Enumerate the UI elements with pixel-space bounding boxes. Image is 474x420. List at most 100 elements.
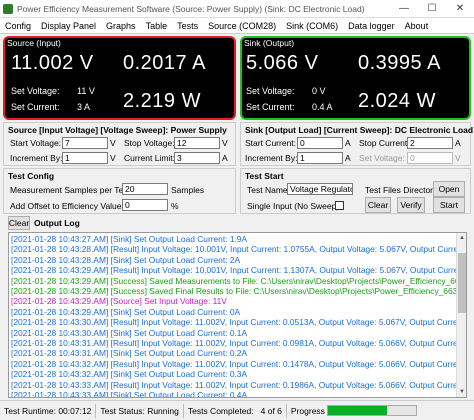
stop-current-unit: A — [455, 138, 461, 148]
stop-voltage-label: Stop Voltage: — [124, 138, 175, 148]
source-display-panel: Source (Input) 11.002 V 0.2017 A Set Vol… — [3, 36, 236, 120]
tests-completed-label: Tests Completed: — [187, 405, 254, 416]
source-increment-input[interactable]: 1 — [62, 152, 108, 164]
test-start-group: Test Start Test Name: Voltage Regulator … — [240, 168, 471, 214]
sink-increment-label: Increment By: — [245, 153, 298, 163]
log-line: [2021-01-28 10:43:31.AM] [Sink] Set Outp… — [11, 348, 248, 359]
tests-completed-value: 4 of 6 — [260, 405, 282, 416]
log-line: [2021-01-28 10:43:27.AM] [Sink] Set Outp… — [11, 234, 248, 244]
menu-source[interactable]: Source (COM28) — [203, 21, 281, 31]
sink-display-panel: Sink (Output) 5.066 V 0.3995 A Set Volta… — [240, 36, 471, 120]
source-current-reading: 0.2017 A — [123, 52, 206, 74]
log-line: [2021-01-28 10:43:31.AM] [Result] Input … — [11, 338, 464, 349]
sink-set-current-value: 0.4 A — [312, 102, 333, 112]
sink-increment-unit: A — [345, 153, 351, 163]
stop-current-label: Stop Current: — [359, 138, 410, 148]
offset-input[interactable]: 0 — [122, 199, 168, 211]
menu-about[interactable]: About — [400, 21, 434, 31]
source-set-current-value: 3 A — [77, 102, 91, 112]
log-line: [2021-01-28 10:43:29.AM] [Success] Saved… — [11, 286, 464, 297]
menu-graphs[interactable]: Graphs — [101, 21, 141, 31]
log-scrollbar[interactable]: ▲ ▼ — [456, 233, 466, 397]
test-runtime: Test Runtime: 00:07:12 — [0, 403, 97, 418]
menu-tests[interactable]: Tests — [172, 21, 203, 31]
test-start-title: Test Start — [245, 171, 284, 181]
start-button[interactable]: Start — [433, 197, 465, 213]
start-current-input[interactable]: 0 — [297, 137, 343, 149]
start-current-unit: A — [345, 138, 351, 148]
app-icon — [3, 3, 13, 14]
status-bar: Test Runtime: 00:07:12 Test Status: Runn… — [0, 400, 474, 420]
test-files-directory-label: Test Files Directory: — [365, 185, 440, 195]
source-power-reading: 2.219 W — [123, 90, 201, 112]
single-input-label: Single Input (No Sweep): — [247, 201, 342, 211]
log-line: [2021-01-28 10:43:29.AM] [Result] Input … — [11, 265, 464, 276]
sink-increment-input[interactable]: 1 — [297, 152, 343, 164]
source-set-voltage-value: 11 V — [77, 86, 95, 96]
window-title: Power Efficiency Measurement Software (S… — [17, 3, 365, 14]
start-voltage-input[interactable]: 7 — [62, 137, 108, 149]
log-line: [2021-01-28 10:43:29.AM] [Source] Set In… — [11, 296, 227, 307]
source-panel-label: Source (Input) — [7, 38, 61, 48]
test-status: Test Status: Running — [96, 403, 184, 418]
stop-voltage-input[interactable]: 12 — [174, 137, 220, 149]
sink-set-current-label: Set Current: — [246, 102, 295, 112]
test-name-label: Test Name: — [247, 185, 290, 195]
single-input-checkbox[interactable] — [335, 201, 344, 210]
output-log-title: Output Log — [34, 218, 80, 228]
open-directory-button[interactable]: Open — [433, 181, 465, 197]
maximize-button[interactable]: ☐ — [418, 0, 446, 18]
menu-config[interactable]: Config — [0, 21, 36, 31]
scroll-thumb[interactable] — [458, 253, 466, 313]
menu-display-panel[interactable]: Display Panel — [36, 21, 101, 31]
scroll-down-icon[interactable]: ▼ — [457, 387, 466, 397]
offset-label: Add Offset to Efficiency Values: — [10, 201, 129, 211]
current-limit-label: Current Limit: — [124, 153, 176, 163]
test-config-group: Test Config Measurement Samples per Test… — [3, 168, 236, 214]
menu-sink[interactable]: Sink (COM6) — [281, 21, 343, 31]
clear-test-button[interactable]: Clear — [365, 197, 391, 213]
sink-current-reading: 0.3995 A — [358, 52, 441, 74]
progress-bar — [326, 405, 417, 416]
source-increment-unit: V — [110, 153, 116, 163]
log-line: [2021-01-28 10:43:28.AM] [Result] Input … — [11, 244, 464, 255]
minimize-button[interactable]: — — [390, 0, 418, 18]
sink-config-group: Sink [Output Load] [Current Sweep]: DC E… — [240, 122, 473, 166]
progress-area: Progress — [287, 404, 421, 418]
current-limit-unit: A — [222, 153, 228, 163]
menu-data-logger[interactable]: Data logger — [343, 21, 400, 31]
output-log[interactable]: [2021-01-28 10:43:27.AM] [Sink] Set Outp… — [8, 232, 467, 398]
title-bar: Power Efficiency Measurement Software (S… — [0, 0, 474, 18]
offset-unit: % — [171, 201, 179, 211]
source-set-voltage-label: Set Voltage: — [11, 86, 60, 96]
test-name-input[interactable]: Voltage Regulator — [287, 183, 353, 195]
stop-current-input[interactable]: 2 — [407, 137, 453, 149]
progress-fill — [327, 406, 387, 415]
samples-input[interactable]: 20 — [122, 183, 168, 195]
current-limit-input[interactable]: 3 — [174, 152, 220, 164]
scroll-up-icon[interactable]: ▲ — [457, 233, 466, 243]
source-voltage-reading: 11.002 V — [11, 52, 94, 74]
sink-set-voltage-label: Set Voltage: — [246, 86, 295, 96]
log-line: [2021-01-28 10:43:29.AM] [Sink] Set Outp… — [11, 306, 241, 317]
log-line: [2021-01-28 10:43:30.AM] [Sink] Set Outp… — [11, 327, 248, 338]
sink-set-voltage-label: Set Voltage: — [359, 153, 405, 163]
tests-completed: Tests Completed: 4 of 6 — [184, 403, 287, 418]
verify-button[interactable]: Verify — [397, 197, 425, 213]
samples-unit: Samples — [171, 185, 205, 195]
sink-voltage-reading: 5.066 V — [246, 52, 319, 74]
clear-log-button[interactable]: Clear — [8, 216, 30, 230]
start-voltage-label: Start Voltage: — [10, 138, 62, 148]
test-config-title: Test Config — [8, 171, 55, 181]
start-voltage-unit: V — [110, 138, 116, 148]
sink-panel-label: Sink (Output) — [244, 38, 295, 48]
sink-set-voltage-unit: V — [455, 153, 461, 163]
menu-table[interactable]: Table — [141, 21, 173, 31]
close-button[interactable]: ✕ — [446, 0, 474, 18]
stop-voltage-unit: V — [222, 138, 228, 148]
source-config-title: Source [Input Voltage] [Voltage Sweep]: … — [8, 125, 227, 135]
sink-set-voltage-value: 0 V — [312, 86, 326, 96]
progress-label: Progress — [290, 405, 325, 416]
start-current-label: Start Current: — [245, 138, 297, 148]
sink-set-voltage-input[interactable]: 0 — [407, 152, 453, 164]
